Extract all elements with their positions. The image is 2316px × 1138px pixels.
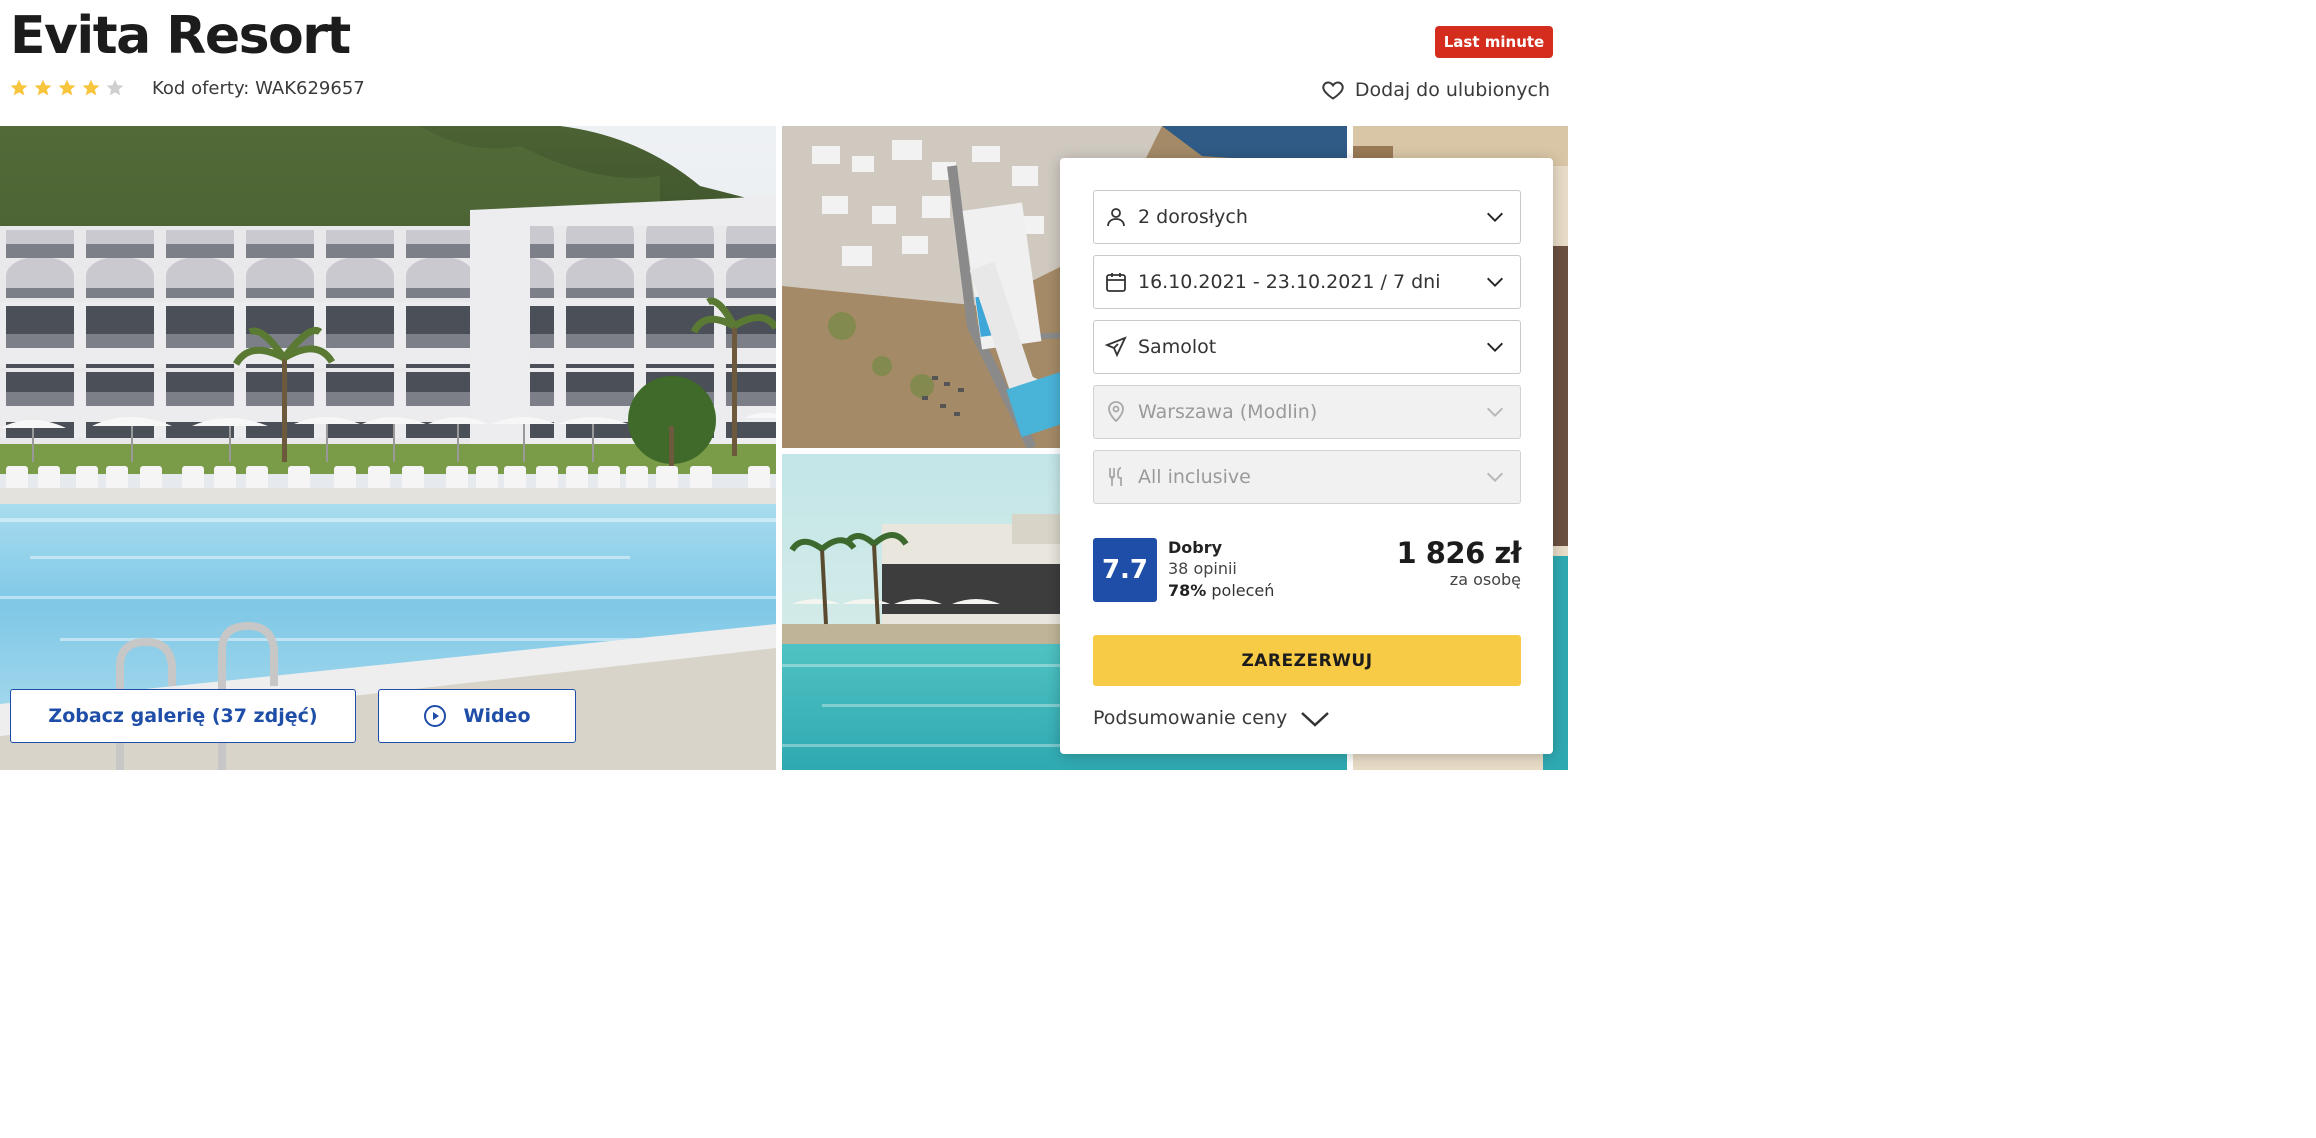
- price-summary-toggle[interactable]: Podsumowanie ceny: [1093, 707, 1331, 729]
- recommendation-rate: 78% poleceń: [1168, 581, 1274, 601]
- chevron-down-icon: [1487, 407, 1503, 417]
- play-icon: [424, 705, 447, 727]
- price-summary-label: Podsumowanie ceny: [1093, 707, 1288, 729]
- price-unit: za osobę: [1449, 570, 1521, 589]
- star-icon-filled: [58, 79, 76, 96]
- star-icon-filled: [34, 79, 52, 96]
- add-to-favorites-link[interactable]: Dodaj do ulubionych: [1321, 78, 1550, 102]
- board-select[interactable]: All inclusive: [1093, 450, 1521, 504]
- view-gallery-button[interactable]: Zobacz galerię (37 zdjęć): [10, 689, 356, 743]
- chevron-down-icon: [1487, 277, 1503, 287]
- page-title: Evita Resort: [10, 6, 351, 66]
- rating-label: Dobry: [1168, 538, 1223, 557]
- video-button[interactable]: Wideo: [378, 689, 576, 743]
- last-minute-badge: Last minute: [1435, 26, 1553, 58]
- review-count[interactable]: 38 opinii: [1168, 559, 1237, 579]
- recommendation-percent: 78%: [1168, 581, 1207, 600]
- departure-value: Warszawa (Modlin): [1138, 401, 1318, 423]
- price-value: 1 826 zł: [1396, 536, 1521, 570]
- view-gallery-label: Zobacz galerię (37 zdjęć): [48, 705, 318, 727]
- chevron-down-icon: [1487, 472, 1503, 482]
- star-icon-filled: [10, 79, 28, 96]
- dates-select[interactable]: 16.10.2021 - 23.10.2021 / 7 dni: [1093, 255, 1521, 309]
- chevron-down-icon: [1487, 212, 1503, 222]
- main-photo[interactable]: [0, 126, 776, 770]
- heart-icon: [1322, 81, 1344, 100]
- cutlery-icon: [1109, 467, 1122, 486]
- plane-icon: [1104, 336, 1127, 358]
- travelers-select[interactable]: 2 dorosłych: [1093, 190, 1521, 244]
- transport-value: Samolot: [1138, 336, 1217, 358]
- transport-select[interactable]: Samolot: [1093, 320, 1521, 374]
- recommendation-text: poleceń: [1211, 581, 1275, 600]
- person-icon: [1107, 208, 1125, 227]
- rating-score: 7.7: [1093, 538, 1157, 602]
- hotel-pool-photo: [0, 126, 776, 770]
- travelers-value: 2 dorosłych: [1138, 206, 1248, 228]
- video-label: Wideo: [463, 705, 531, 727]
- board-value: All inclusive: [1138, 466, 1251, 488]
- favorite-label: Dodaj do ulubionych: [1354, 79, 1550, 101]
- star-rating: [9, 78, 125, 98]
- calendar-icon: [1106, 273, 1126, 292]
- chevron-down-icon: [1487, 342, 1503, 352]
- star-icon-empty: [106, 79, 124, 96]
- booking-card: 2 dorosłych 16.10.2021 - 23.10.2021 / 7 …: [1060, 158, 1553, 754]
- star-icon-filled: [82, 79, 100, 96]
- departure-select[interactable]: Warszawa (Modlin): [1093, 385, 1521, 439]
- offer-code: Kod oferty: WAK629657: [152, 78, 365, 99]
- chevron-down-icon: [1301, 712, 1330, 727]
- dates-value: 16.10.2021 - 23.10.2021 / 7 dni: [1138, 271, 1441, 293]
- location-pin-icon: [1108, 401, 1124, 423]
- book-button[interactable]: ZAREZERWUJ: [1093, 635, 1521, 686]
- review-count-text: 38 opinii: [1168, 559, 1237, 578]
